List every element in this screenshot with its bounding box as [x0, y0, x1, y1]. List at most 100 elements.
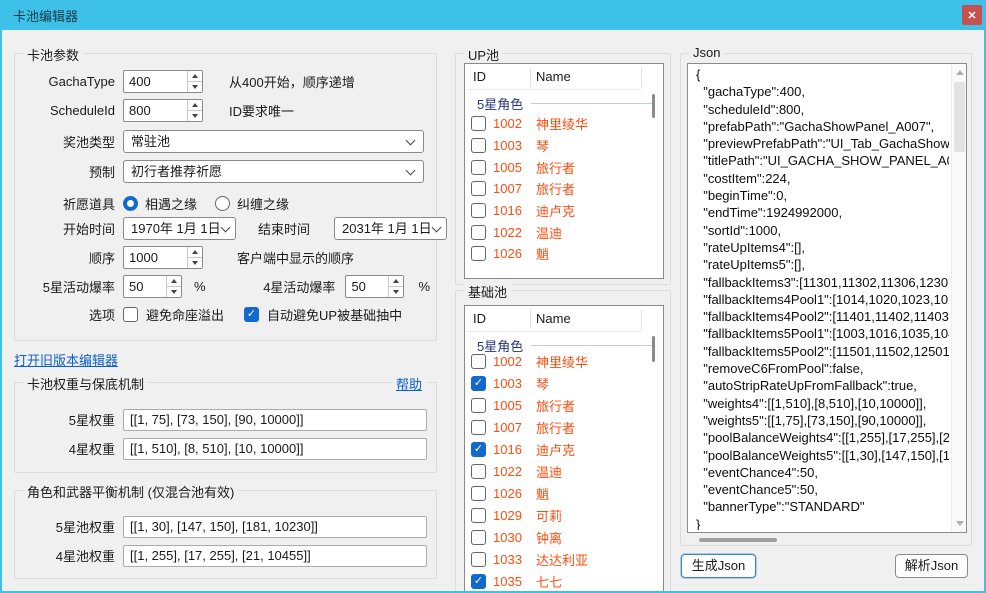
rate4-input[interactable]: 50	[345, 275, 404, 298]
help-link[interactable]: 帮助	[392, 374, 426, 393]
row-checkbox-unchecked[interactable]	[471, 138, 486, 153]
begin-time-picker[interactable]: 1970年 1月 1日	[123, 217, 236, 240]
option-2-label: 自动避免UP被基础抽中	[267, 305, 402, 324]
schedule-id-label: ScheduleId	[15, 103, 115, 118]
balance5-row: 5星池权重 [[1, 30], [147, 150], [181, 10230]…	[15, 515, 430, 538]
end-time-picker[interactable]: 2031年 1月 1日	[334, 217, 447, 240]
row-checkbox-unchecked[interactable]	[471, 160, 486, 175]
section-rule	[531, 103, 655, 104]
spinner-down-icon	[192, 114, 198, 118]
up-pool-rows: 1002神里绫华1003琴1005旅行者1007旅行者1016迪卢克1022温迪…	[465, 113, 663, 265]
time-row: 开始时间 1970年 1月 1日 结束时间 2031年 1月 1日	[15, 217, 430, 240]
scrollbar-thumb[interactable]	[652, 94, 655, 118]
spin-up-button[interactable]	[188, 100, 202, 111]
balance5-input[interactable]: [[1, 30], [147, 150], [181, 10230]]	[123, 516, 427, 538]
balance4-input[interactable]: [[1, 255], [17, 255], [21, 10455]]	[123, 545, 427, 567]
section-5star: 5星角色	[465, 92, 655, 114]
row-checkbox-unchecked[interactable]	[471, 398, 486, 413]
pool-row: ✓1003琴	[465, 372, 663, 394]
option-checkbox-checked[interactable]: ✓	[244, 307, 259, 322]
scroll-down-button[interactable]	[952, 516, 967, 531]
column-header-id: ID	[473, 311, 486, 326]
pool-item-id: 1003	[493, 376, 529, 391]
legacy-editor-link[interactable]: 打开旧版本编辑器	[14, 350, 118, 369]
scrollbar-thumb[interactable]	[699, 538, 777, 542]
pool-item-name: 魈	[536, 484, 549, 503]
wish-item-radio-unselected[interactable]	[215, 196, 230, 211]
rate5-value: 50	[124, 276, 166, 297]
pool-row: 1026魈	[465, 482, 663, 504]
spinner-up-icon	[192, 74, 198, 78]
spin-up-button[interactable]	[167, 276, 181, 287]
pool-type-select[interactable]: 常驻池	[123, 130, 424, 153]
scrollbar-thumb[interactable]	[954, 82, 965, 152]
pool-item-name: 迪卢克	[536, 201, 575, 220]
spin-up-button[interactable]	[389, 276, 403, 287]
schedule-id-row: ScheduleId 800 ID要求唯一	[15, 99, 430, 122]
group-base-pool: 基础池 ID Name 5星角色 1002神里绫华✓1003琴1005旅行者10…	[455, 290, 671, 591]
pool-item-id: 1022	[493, 464, 529, 479]
spin-up-button[interactable]	[188, 71, 202, 82]
spin-up-button[interactable]	[188, 247, 202, 258]
close-button[interactable]: ✕	[962, 5, 982, 25]
row-checkbox-unchecked[interactable]	[471, 508, 486, 523]
pool-item-id: 1003	[493, 138, 529, 153]
row-checkbox-unchecked[interactable]	[471, 246, 486, 261]
parse-json-button[interactable]: 解析Json	[895, 554, 968, 578]
scrollbar-thumb[interactable]	[652, 336, 655, 362]
spin-down-button[interactable]	[188, 82, 202, 92]
wish-item-radio-selected[interactable]	[123, 196, 138, 211]
weight4-row: 4星权重 [[1, 510], [8, 510], [10, 10000]]	[15, 437, 430, 460]
base-pool-list[interactable]: ID Name 5星角色 1002神里绫华✓1003琴1005旅行者1007旅行…	[464, 305, 664, 591]
row-checkbox-unchecked[interactable]	[471, 181, 486, 196]
weight4-input[interactable]: [[1, 510], [8, 510], [10, 10000]]	[123, 438, 427, 460]
pool-item-name: 魈	[536, 244, 549, 263]
spinner-up-icon	[171, 279, 177, 283]
json-textarea[interactable]: { "gachaType":400, "scheduleId":800, "pr…	[687, 63, 967, 533]
schedule-id-input[interactable]: 800	[123, 99, 203, 122]
rate5-label: 5星活动爆率	[15, 277, 115, 296]
row-checkbox-checked[interactable]: ✓	[471, 376, 486, 391]
preset-select[interactable]: 初行者推荐祈愿	[123, 160, 424, 183]
row-checkbox-unchecked[interactable]	[471, 486, 486, 501]
sort-label: 顺序	[15, 248, 115, 267]
option-checkbox-unchecked[interactable]	[123, 307, 138, 322]
spin-down-button[interactable]	[167, 287, 181, 297]
gacha-type-input[interactable]: 400	[123, 70, 203, 93]
row-checkbox-unchecked[interactable]	[471, 225, 486, 240]
pool-item-id: 1007	[493, 420, 529, 435]
row-checkbox-unchecked[interactable]	[471, 203, 486, 218]
spin-down-button[interactable]	[389, 287, 403, 297]
spin-down-button[interactable]	[188, 258, 202, 268]
titlebar[interactable]: 卡池编辑器 ✕	[0, 0, 986, 30]
spin-down-button[interactable]	[188, 111, 202, 121]
row-checkbox-unchecked[interactable]	[471, 420, 486, 435]
sort-input[interactable]: 1000	[123, 246, 203, 269]
row-checkbox-checked[interactable]: ✓	[471, 574, 486, 589]
pool-type-value: 常驻池	[131, 134, 170, 149]
row-checkbox-checked[interactable]: ✓	[471, 442, 486, 457]
json-vertical-scrollbar[interactable]	[951, 64, 966, 532]
up-pool-list[interactable]: ID Name 5星角色 1002神里绫华1003琴1005旅行者1007旅行者…	[464, 63, 664, 279]
row-checkbox-unchecked[interactable]	[471, 552, 486, 567]
sort-value: 1000	[124, 247, 187, 268]
sort-hint: 客户端中显示的顺序	[237, 248, 354, 267]
scroll-up-button[interactable]	[952, 65, 967, 80]
row-checkbox-unchecked[interactable]	[471, 464, 486, 479]
dialog-body: 卡池参数 GachaType 400 从400开始，顺序递增 ScheduleI…	[2, 30, 984, 591]
pool-item-id: 1033	[493, 552, 529, 567]
rate5-input[interactable]: 50	[123, 275, 182, 298]
pool-item-id: 1002	[493, 354, 529, 369]
generate-json-button[interactable]: 生成Json	[681, 554, 756, 578]
balance5-label: 5星池权重	[15, 517, 115, 536]
base-pool-rows: 1002神里绫华✓1003琴1005旅行者1007旅行者✓1016迪卢克1022…	[465, 350, 663, 591]
pool-item-id: 1035	[493, 574, 529, 589]
weight5-input[interactable]: [[1, 75], [73, 150], [90, 10000]]	[123, 409, 427, 431]
pool-item-name: 可莉	[536, 506, 562, 525]
row-checkbox-unchecked[interactable]	[471, 530, 486, 545]
group-json: Json { "gachaType":400, "scheduleId":800…	[680, 53, 972, 546]
json-horizontal-scrollbar[interactable]	[687, 536, 967, 544]
row-checkbox-unchecked[interactable]	[471, 354, 486, 369]
row-checkbox-unchecked[interactable]	[471, 116, 486, 131]
weight5-label: 5星权重	[15, 410, 115, 429]
